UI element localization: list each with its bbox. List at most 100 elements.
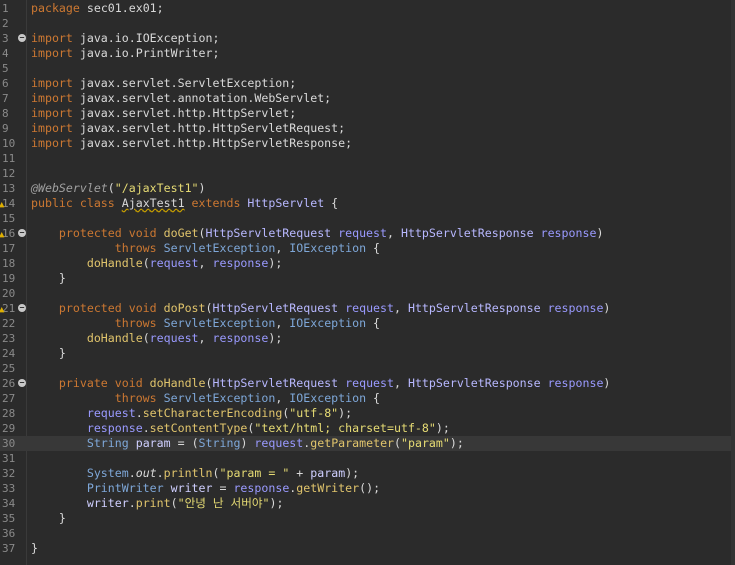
code-line[interactable]: 21− ▲ protected void doPost(HttpServletRe… [0, 301, 735, 316]
fold-toggle-icon[interactable]: − [18, 379, 26, 387]
code-line[interactable]: 16− ▲ protected void doGet(HttpServletReq… [0, 226, 735, 241]
code-line[interactable]: 14 ▲ public class AjaxTest1 extends HttpSe… [0, 196, 735, 211]
code-token: request [338, 226, 388, 240]
code-line[interactable]: 18 doHandle(request, response); [0, 256, 735, 271]
code-token: HttpServletResponse [407, 301, 548, 315]
code-text: String param = (String) request.getParam… [31, 436, 464, 451]
code-text: import javax.servlet.http.HttpServlet; [31, 106, 296, 121]
code-token: import [31, 31, 73, 45]
code-line[interactable]: 26− private void doHandle(HttpServletReq… [0, 376, 735, 391]
code-token: package [31, 1, 80, 15]
line-number: 20 [2, 287, 16, 300]
code-token: "text/html; charset=utf-8" [254, 421, 436, 435]
code-line[interactable]: 36 [0, 526, 735, 541]
code-line[interactable]: 32 System.out.println("param = " + param… [0, 466, 735, 481]
code-token: (); [359, 481, 381, 495]
code-token: ) [240, 436, 255, 450]
line-number: 29 [2, 422, 16, 435]
code-token: import [31, 136, 73, 150]
code-line[interactable]: 33 PrintWriter writer = response.getWrit… [0, 481, 735, 496]
line-number: 36 [2, 527, 16, 540]
code-line[interactable]: 6 import javax.servlet.ServletException; [0, 76, 735, 91]
code-line[interactable]: 31 [0, 451, 735, 466]
code-token: HttpServletRequest [212, 376, 346, 390]
code-token: import [31, 106, 73, 120]
code-token: , [275, 241, 290, 255]
code-token: IOException [289, 316, 367, 330]
line-number: 34 [2, 497, 16, 510]
code-line[interactable]: 25 [0, 361, 735, 376]
code-token: "param" [401, 436, 450, 450]
code-token: System [86, 466, 129, 480]
code-token: ) [603, 301, 611, 315]
code-token: request [149, 256, 199, 270]
code-line[interactable]: 35 } [0, 511, 735, 526]
line-number: 14 [2, 197, 16, 210]
fold-toggle-icon[interactable]: − [18, 34, 26, 42]
code-token: writer [86, 496, 129, 510]
code-token: ) [603, 376, 611, 390]
code-line[interactable]: 22 throws ServletException, IOException … [0, 316, 735, 331]
code-line[interactable]: 8 import javax.servlet.http.HttpServlet; [0, 106, 735, 121]
code-text: public class AjaxTest1 extends HttpServl… [31, 196, 338, 211]
code-line[interactable]: 27 throws ServletException, IOException … [0, 391, 735, 406]
code-line[interactable]: 37} [0, 541, 735, 556]
code-token: String [86, 436, 136, 450]
code-token: ); [268, 331, 283, 345]
code-text: import javax.servlet.http.HttpServletReq… [31, 121, 345, 136]
code-line[interactable]: 12 [0, 166, 735, 181]
code-line[interactable]: 15 [0, 211, 735, 226]
code-token: ( [107, 181, 115, 195]
code-line[interactable]: 10 import javax.servlet.http.HttpServletR… [0, 136, 735, 151]
code-token: print [135, 496, 171, 510]
fold-toggle-icon[interactable]: − [18, 304, 26, 312]
code-token: ( [170, 496, 178, 510]
code-line[interactable]: 19 } [0, 271, 735, 286]
code-token: doPost [163, 301, 206, 315]
code-token: javax.servlet.http.HttpServletResponse; [72, 136, 353, 150]
code-text: PrintWriter writer = response.getWriter(… [31, 481, 380, 496]
line-number: 25 [2, 362, 16, 375]
fold-toggle-icon[interactable]: − [18, 229, 26, 237]
code-token: ServletException [163, 241, 276, 255]
code-text: throws ServletException, IOException { [31, 241, 380, 256]
code-line[interactable]: 9 import javax.servlet.http.HttpServletRe… [0, 121, 735, 136]
code-line[interactable]: 28 request.setCharacterEncoding("utf-8")… [0, 406, 735, 421]
code-line[interactable]: 7 import javax.servlet.annotation.WebServ… [0, 91, 735, 106]
line-number: 19 [2, 272, 16, 285]
code-line[interactable]: 20 [0, 286, 735, 301]
code-line[interactable]: 4 import java.io.PrintWriter; [0, 46, 735, 61]
code-token: ( [142, 256, 150, 270]
code-line[interactable]: 24 } [0, 346, 735, 361]
line-number: 30 [2, 437, 16, 450]
code-editor[interactable]: 1 package sec01.ex01; 2 3− import java.io.IO… [0, 0, 735, 565]
code-token: java.io.IOException; [72, 31, 220, 45]
code-text: throws ServletException, IOException { [31, 391, 380, 406]
code-token: ); [268, 256, 283, 270]
code-line[interactable]: 3 − import java.io.IOException; [0, 31, 735, 46]
code-token: doGet [163, 226, 199, 240]
code-line[interactable]: 5 [0, 61, 735, 76]
line-number: 18 [2, 257, 16, 270]
code-line[interactable]: 11 [0, 151, 735, 166]
code-line[interactable]: 13 @WebServlet("/ajaxTest1") [0, 181, 735, 196]
code-token: HttpServletResponse [400, 226, 541, 240]
code-token: ( [205, 301, 213, 315]
line-number: 17 [2, 242, 16, 255]
line-number: 12 [2, 167, 16, 180]
code-line[interactable]: 34 writer.print("안녕 난 서버야"); [0, 496, 735, 511]
code-token: HttpServlet [247, 196, 325, 210]
vertical-scrollbar[interactable] [731, 0, 735, 565]
code-line[interactable]: 1 package sec01.ex01; [0, 1, 735, 16]
code-token: } [31, 511, 66, 525]
code-line[interactable]: 23 doHandle(request, response); [0, 331, 735, 346]
code-line[interactable]: 2 [0, 16, 735, 31]
code-text: request.setCharacterEncoding("utf-8"); [31, 406, 352, 421]
code-line[interactable]: 17 throws ServletException, IOException … [0, 241, 735, 256]
code-token: = ( [170, 436, 199, 450]
code-token: doHandle [149, 376, 206, 390]
code-line[interactable]: 29 response.setContentType("text/html; c… [0, 421, 735, 436]
code-line[interactable]: 30 String param = (String) request.getPa… [0, 436, 735, 451]
